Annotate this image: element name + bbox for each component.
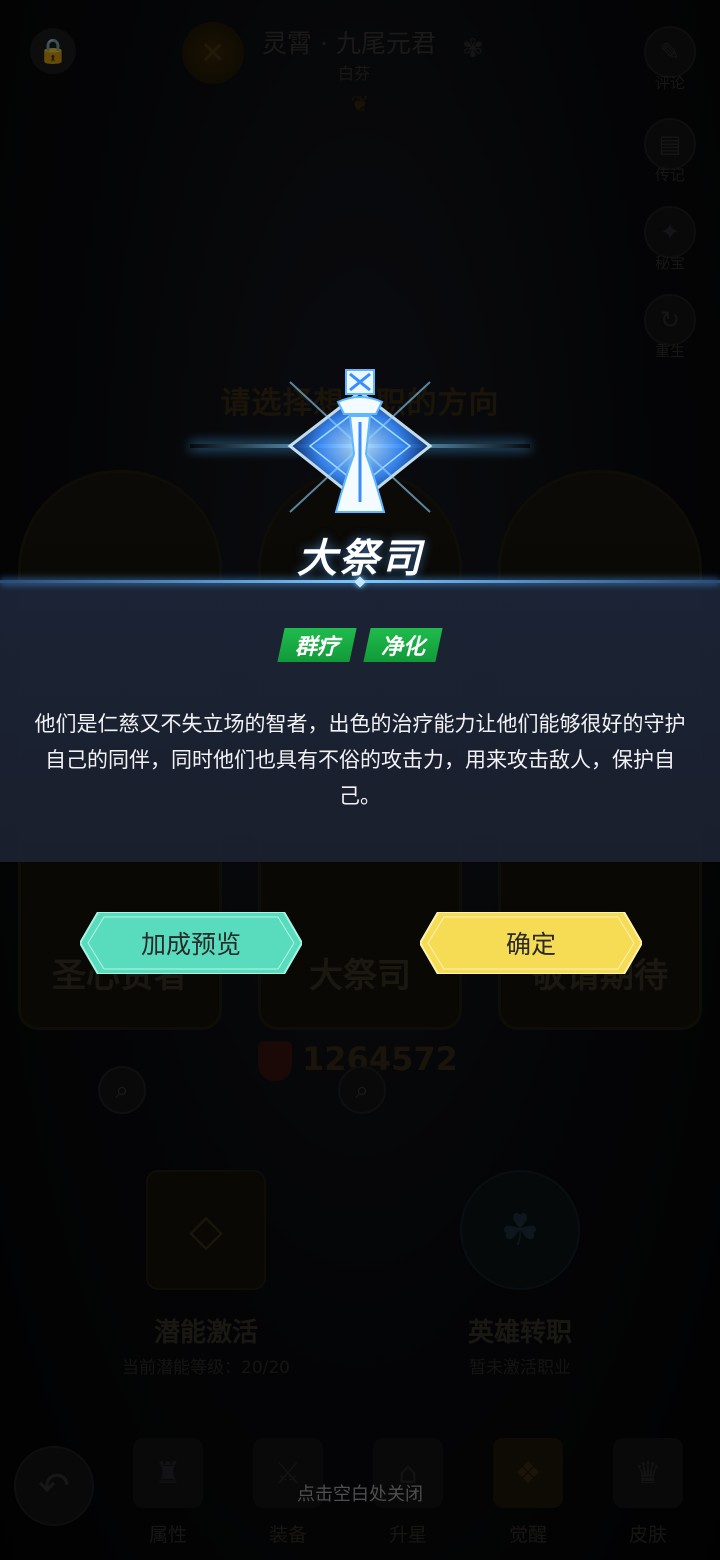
feature-subtitle: 当前潜能等级：20/20: [122, 1358, 290, 1378]
rebirth-icon: ↻: [644, 294, 696, 346]
nav-label: 皮肤: [628, 1524, 667, 1546]
faction-icon: ✾: [462, 34, 484, 64]
comment-icon: ✎: [644, 26, 696, 78]
book-icon: ▤: [644, 118, 696, 170]
feature-title: 英雄转职: [467, 1318, 572, 1348]
feature-title: 潜能激活: [153, 1318, 258, 1348]
class-tags: 群疗 净化: [0, 628, 720, 662]
high-priest-crest-icon: [287, 369, 433, 513]
potential-activation[interactable]: ◇ 潜能激活 当前潜能等级：20/20: [56, 1160, 356, 1380]
shield-icon: [258, 1041, 292, 1081]
lock-icon[interactable]: 🔒: [30, 28, 76, 74]
side-button-biography[interactable]: ▤ 传记: [642, 118, 698, 185]
hero-subtitle: 白芬: [338, 64, 371, 83]
hero-title: 灵霄 · 九尾元君: [262, 29, 436, 58]
class-description: 他们是仁慈又不失立场的智者，出色的治疗能力让他们能够很好的守护自己的同伴，同时他…: [34, 712, 686, 808]
rank-wings-icon: ❦: [350, 92, 370, 117]
bonus-preview-label: 加成预览: [140, 930, 241, 959]
magnifier-icon[interactable]: ⌕: [338, 1066, 386, 1114]
side-button-label: 重生: [654, 342, 685, 360]
bonus-preview-button[interactable]: 加成预览: [80, 912, 302, 974]
confirm-label: 确定: [505, 930, 556, 959]
hero-emblem-icon: ✕: [182, 22, 244, 84]
potential-icon: ◇: [146, 1170, 266, 1290]
feature-subtitle: 暂未激活职业: [469, 1358, 571, 1378]
nav-label: 装备: [268, 1524, 307, 1546]
power-value: 1264572: [302, 1040, 458, 1078]
tag-label: 净化: [381, 635, 426, 660]
side-button-rebirth[interactable]: ↻ 重生: [642, 294, 698, 361]
magnifier-icon[interactable]: ⌕: [98, 1066, 146, 1114]
side-button-comment[interactable]: ✎ 评论: [642, 26, 698, 93]
side-button-label: 评论: [654, 74, 685, 92]
tag-purify: 净化: [363, 628, 443, 662]
close-hint-text: 点击空白处关闭: [297, 1484, 423, 1505]
treasure-icon: ✦: [644, 206, 696, 258]
nav-label: 属性: [148, 1524, 187, 1546]
nav-label: 觉醒: [508, 1524, 547, 1546]
side-button-label: 秘宝: [654, 254, 685, 272]
side-button-label: 传记: [654, 166, 685, 184]
tag-label: 群疗: [294, 635, 339, 660]
hero-class-change[interactable]: ☘ 英雄转职 暂未激活职业: [370, 1160, 670, 1380]
nav-label: 升星: [388, 1524, 427, 1546]
side-button-treasure[interactable]: ✦ 秘宝: [642, 206, 698, 273]
confirm-button[interactable]: 确定: [420, 912, 642, 974]
tag-group-heal: 群疗: [277, 628, 357, 662]
class-name-title: 大祭司: [297, 536, 423, 582]
triquetra-icon: ☘: [460, 1170, 580, 1290]
